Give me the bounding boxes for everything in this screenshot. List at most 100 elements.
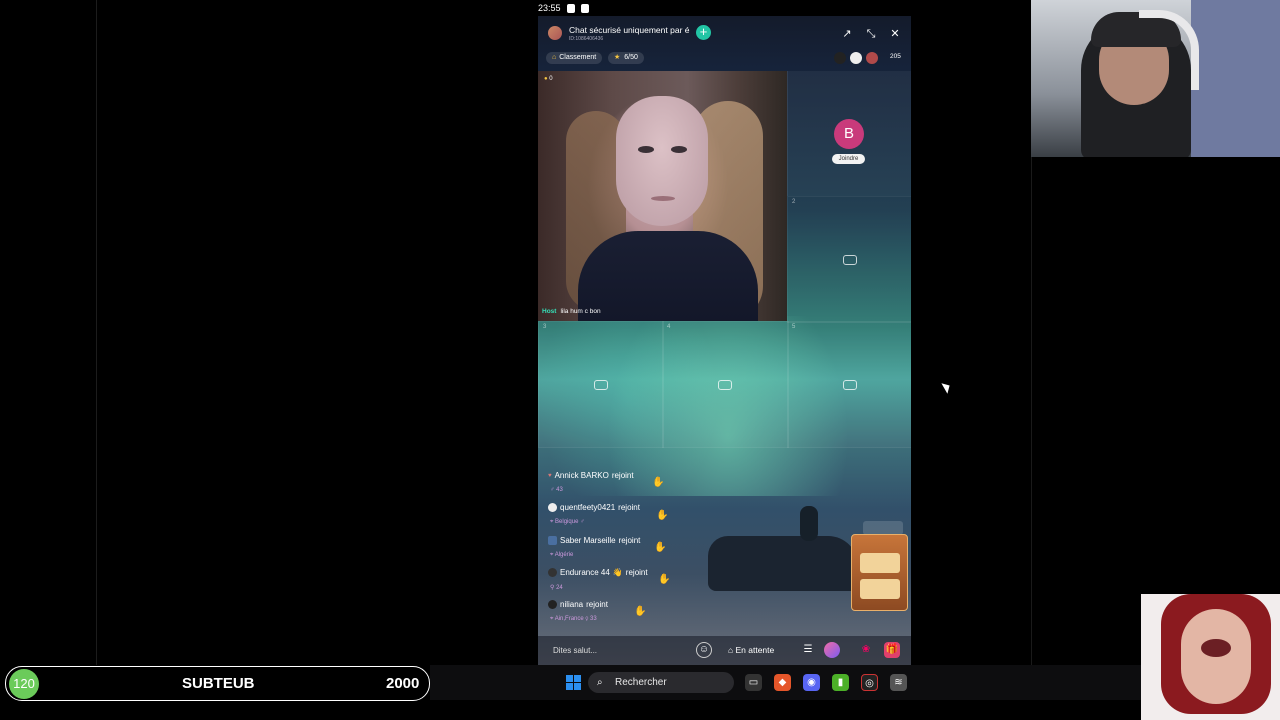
wave-icon[interactable]: ✋ — [652, 477, 664, 488]
sub-goal-overlay: 120 SUBTEUB 2000 — [5, 666, 430, 701]
windows-taskbar: ⌕ Rechercher ▭ ◆ ◉ ▮ ◎ ≋ — [430, 665, 1141, 700]
chat-action: rejoint — [611, 471, 634, 480]
chat-meta-text: 24 — [556, 585, 563, 591]
viewer-avatar[interactable] — [834, 52, 846, 64]
chat-message: Endurance 44 👋 rejoint — [548, 568, 648, 577]
obs-icon[interactable]: ◎ — [861, 674, 878, 691]
search-placeholder: Rechercher — [615, 677, 667, 688]
discord-icon[interactable]: ◉ — [803, 674, 820, 691]
app-layers-icon[interactable]: ≋ — [890, 674, 907, 691]
join-button[interactable]: Joindre — [832, 154, 865, 164]
game-icon — [859, 553, 900, 573]
windows-start-icon[interactable] — [566, 675, 581, 690]
chat-action: rejoint — [625, 568, 648, 577]
empty-seat-icon — [843, 380, 857, 390]
match-game-widget[interactable] — [851, 534, 908, 611]
user-avatar — [548, 503, 557, 512]
video-eye — [671, 146, 687, 153]
video-torso — [578, 231, 758, 321]
wave-icon[interactable]: ✋ — [654, 542, 666, 553]
chat-user[interactable]: quentfeety0421 — [560, 503, 615, 512]
viewer-avatar[interactable] — [866, 52, 878, 64]
heart-icon: ♥ — [548, 472, 552, 479]
wave-icon[interactable]: ✋ — [656, 510, 668, 521]
chat-user[interactable]: Endurance 44 — [560, 568, 610, 577]
user-avatar — [548, 568, 557, 577]
gift-game-icon[interactable] — [824, 642, 840, 658]
seat-4[interactable]: 4 — [662, 321, 789, 448]
streamer-webcam — [1031, 0, 1280, 157]
search-icon: ⌕ — [597, 677, 603, 688]
chat-user[interactable]: Annick BARKO — [555, 471, 609, 480]
goal-name: SUBTEUB — [182, 675, 255, 692]
taskbar-search[interactable]: ⌕ Rechercher — [588, 672, 734, 693]
viewer-count[interactable]: 205 — [890, 53, 901, 60]
seat-5[interactable]: 5 — [787, 321, 911, 448]
phone-screen: Chat sécurisé uniquement par é ID:108640… — [538, 16, 911, 665]
chat-meta-text: 33 — [590, 616, 597, 622]
viewer-avatar[interactable] — [850, 52, 862, 64]
seat-number: 3 — [543, 324, 547, 330]
seat-1[interactable]: B Joindre — [787, 71, 911, 196]
person-silhouette — [800, 506, 818, 541]
notification-icon — [580, 3, 589, 13]
host-name: lila hum c bon — [560, 308, 601, 315]
chat-message: quentfeety0421 rejoint — [548, 503, 640, 512]
gift-icon[interactable]: 🎁 — [884, 642, 900, 658]
host-coin-count: ● 0 — [544, 76, 553, 82]
pane-divider — [96, 0, 97, 665]
chat-user[interactable]: Saber Marseille — [560, 536, 616, 545]
desktop-left-pane — [0, 0, 96, 665]
wave-icon[interactable]: ✋ — [634, 606, 646, 617]
chat-action: rejoint — [618, 536, 641, 545]
host-video-seat[interactable] — [538, 71, 787, 321]
chat-action: rejoint — [586, 600, 608, 609]
chat-message: ♥ Annick BARKO rejoint — [548, 471, 634, 480]
seat-number: 2 — [792, 199, 796, 205]
seat-number: 5 — [792, 324, 796, 330]
rose-icon[interactable]: ❀ — [858, 642, 874, 658]
app-green-icon[interactable]: ▮ — [832, 674, 849, 691]
chat-meta-text: Algérie — [554, 552, 574, 558]
room-header: Chat sécurisé uniquement par é ID:108640… — [538, 16, 911, 71]
emoji-icon[interactable]: ☺ — [696, 642, 712, 658]
seat1-avatar: B — [834, 119, 864, 149]
chat-user[interactable]: niliana — [560, 600, 583, 609]
hand-icon: 👋 — [612, 568, 623, 577]
status-time: 23:55 — [538, 3, 561, 13]
boxing-icon — [863, 521, 903, 535]
chat-meta-text: Belgique — [555, 519, 579, 525]
chat-input[interactable]: Dites salut... — [548, 642, 693, 659]
waiting-button[interactable]: ⌂ En attente — [728, 642, 774, 659]
follow-plus-icon[interactable]: + — [696, 25, 711, 40]
second-webcam — [1141, 594, 1280, 720]
game-icon — [859, 579, 900, 599]
b-icon — [566, 3, 575, 13]
chat-meta: ⌖ Ain,France ⚲ 33 — [550, 616, 597, 622]
stats-pill[interactable]: ★ 6/50 — [608, 52, 644, 64]
brave-browser-icon[interactable]: ◆ — [774, 674, 791, 691]
waiting-label: En attente — [735, 645, 775, 655]
close-icon[interactable]: ✕ — [888, 27, 902, 41]
task-view-icon[interactable]: ▭ — [745, 674, 762, 691]
seat-2[interactable]: 2 — [787, 196, 911, 323]
chat-meta-text: Ain,France — [554, 616, 584, 622]
ranking-pill[interactable]: ⌂ Classement — [546, 52, 603, 64]
wave-icon[interactable]: ✋ — [658, 574, 670, 585]
video-face — [616, 96, 708, 226]
room-title: Chat sécurisé uniquement par é — [569, 25, 690, 35]
chat-meta: ⌖ Algérie — [550, 552, 574, 558]
goal-target: 2000 — [386, 675, 420, 692]
seats-used: 6/50 — [624, 54, 638, 61]
room-avatar[interactable] — [548, 26, 562, 40]
minimize-icon[interactable]: ⤡ — [864, 27, 878, 41]
webcam-headset — [1139, 10, 1199, 90]
mouse-cursor — [941, 380, 953, 394]
menu-icon[interactable]: ☰ — [800, 642, 816, 658]
home-icon: ⌂ — [552, 54, 557, 61]
share-icon[interactable]: ↗ — [840, 27, 854, 41]
chat-message: niliana rejoint — [548, 600, 608, 609]
seat-icon: ⌂ — [728, 645, 736, 655]
seat-3[interactable]: 3 — [538, 321, 664, 448]
chat-action: rejoint — [618, 503, 640, 512]
